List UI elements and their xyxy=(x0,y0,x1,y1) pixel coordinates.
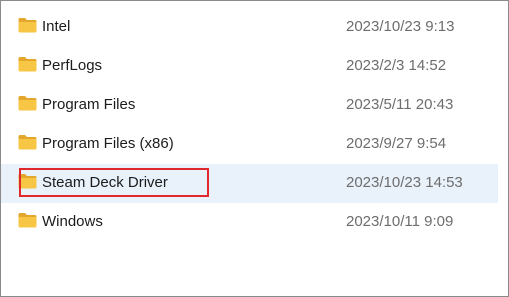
date-modified: 2023/10/23 9:13 xyxy=(346,18,455,35)
folder-icon xyxy=(18,212,37,228)
folder-icon xyxy=(18,56,37,72)
file-name: Intel xyxy=(42,18,71,35)
date-modified: 2023/10/23 14:53 xyxy=(346,174,463,191)
list-item-program-files-x86[interactable]: Program Files (x86) 2023/9/27 9:54 xyxy=(1,125,498,164)
file-explorer-window: Intel 2023/10/23 9:13 PerfLogs 2023/2/3 … xyxy=(0,0,509,297)
folder-icon xyxy=(18,17,37,33)
date-modified: 2023/2/3 14:52 xyxy=(346,57,447,74)
list-item-perflogs[interactable]: PerfLogs 2023/2/3 14:52 xyxy=(1,47,498,86)
folder-icon xyxy=(18,134,37,150)
file-list: Intel 2023/10/23 9:13 PerfLogs 2023/2/3 … xyxy=(1,8,498,242)
file-name: Windows xyxy=(42,213,103,230)
folder-icon xyxy=(18,173,37,189)
date-modified: 2023/9/27 9:54 xyxy=(346,135,447,152)
date-modified: 2023/5/11 20:43 xyxy=(346,96,454,113)
list-item-steam-deck-driver[interactable]: Steam Deck Driver 2023/10/23 14:53 xyxy=(1,164,498,203)
file-name: Steam Deck Driver xyxy=(42,174,168,191)
file-name: Program Files xyxy=(42,96,136,113)
list-item-windows[interactable]: Windows 2023/10/11 9:09 xyxy=(1,203,498,242)
list-item-intel[interactable]: Intel 2023/10/23 9:13 xyxy=(1,8,498,47)
date-modified: 2023/10/11 9:09 xyxy=(346,213,454,230)
file-name: PerfLogs xyxy=(42,57,103,74)
list-item-program-files[interactable]: Program Files 2023/5/11 20:43 xyxy=(1,86,498,125)
folder-icon xyxy=(18,95,37,111)
file-name: Program Files (x86) xyxy=(42,135,174,152)
